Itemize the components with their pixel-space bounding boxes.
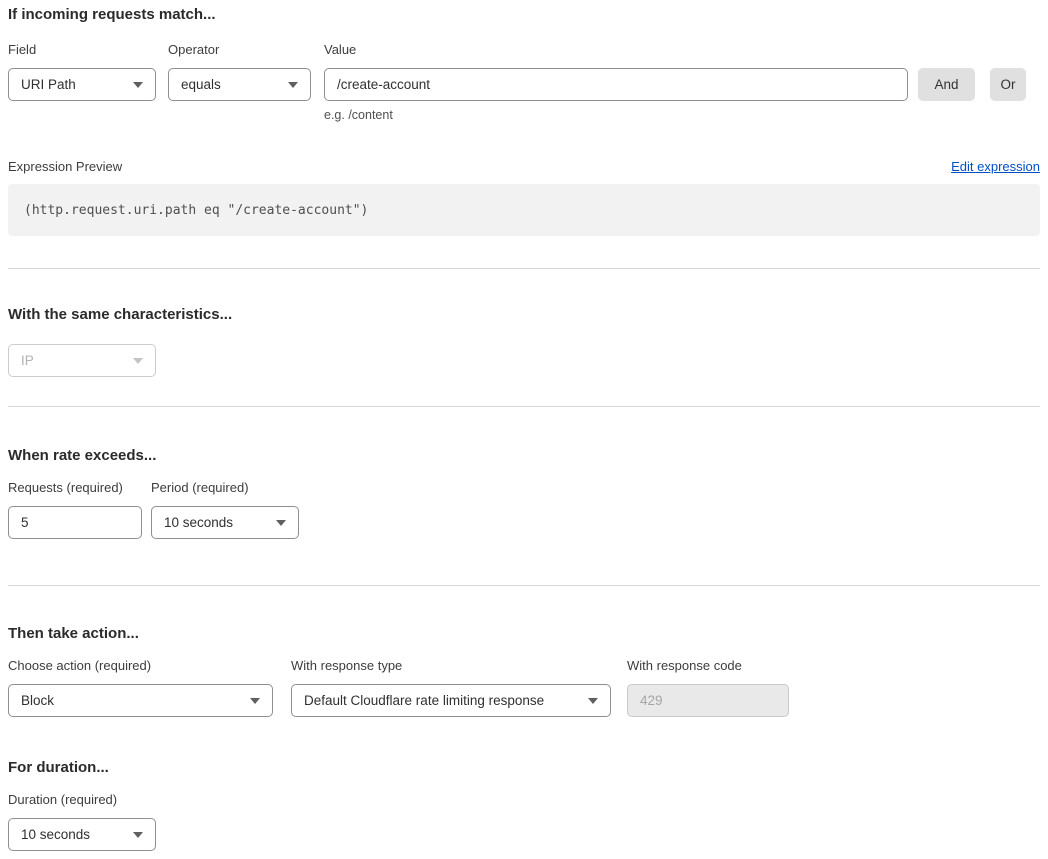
response-code-column: With response code [627, 659, 789, 717]
operator-dropdown[interactable]: equals [168, 68, 311, 101]
chevron-down-icon [288, 82, 298, 88]
choose-action-dropdown-value: Block [21, 693, 54, 708]
value-label: Value [324, 43, 908, 57]
expression-preview-label: Expression Preview [8, 159, 122, 174]
and-button[interactable]: And [918, 68, 975, 101]
characteristic-dropdown-value: IP [21, 353, 34, 368]
field-label: Field [8, 43, 156, 57]
chevron-down-icon [588, 698, 598, 704]
value-helper-text: e.g. /content [324, 108, 908, 122]
requests-label: Requests (required) [8, 481, 142, 495]
chevron-down-icon [133, 358, 143, 364]
rate-row: Requests (required) Period (required) 10… [8, 481, 1040, 539]
choose-action-label: Choose action (required) [8, 659, 273, 673]
section-heading-rate: When rate exceeds... [8, 447, 1040, 465]
operator-label: Operator [168, 43, 311, 57]
section-heading-characteristics: With the same characteristics... [8, 306, 1040, 324]
edit-expression-link[interactable]: Edit expression [951, 159, 1040, 174]
choose-action-column: Choose action (required) Block [8, 659, 273, 717]
section-heading-match: If incoming requests match... [8, 6, 1040, 24]
value-input[interactable] [324, 68, 908, 101]
period-column: Period (required) 10 seconds [151, 481, 299, 539]
chevron-down-icon [133, 82, 143, 88]
requests-column: Requests (required) [8, 481, 142, 539]
field-dropdown-value: URI Path [21, 77, 76, 92]
chevron-down-icon [276, 520, 286, 526]
section-same-characteristics: With the same characteristics... IP [8, 306, 1040, 377]
field-column: Field URI Path [8, 43, 156, 101]
response-type-dropdown-value: Default Cloudflare rate limiting respons… [304, 693, 544, 708]
operator-column: Operator equals [168, 43, 311, 101]
response-code-input [627, 684, 789, 717]
response-code-label: With response code [627, 659, 789, 673]
section-divider [8, 585, 1040, 586]
section-rate-exceeds: When rate exceeds... Requests (required)… [8, 447, 1040, 539]
rate-limiting-rule-form: If incoming requests match... Field URI … [0, 0, 1048, 859]
action-row: Choose action (required) Block With resp… [8, 659, 1040, 717]
chevron-down-icon [250, 698, 260, 704]
or-button[interactable]: Or [990, 68, 1026, 101]
match-condition-row: Field URI Path Operator equals Value e.g… [8, 43, 1040, 122]
section-take-action: Then take action... Choose action (requi… [8, 625, 1040, 717]
section-heading-action: Then take action... [8, 625, 1040, 643]
choose-action-dropdown[interactable]: Block [8, 684, 273, 717]
duration-dropdown-value: 10 seconds [21, 827, 90, 842]
period-label: Period (required) [151, 481, 299, 495]
duration-column: Duration (required) 10 seconds [8, 793, 156, 851]
period-dropdown-value: 10 seconds [164, 515, 233, 530]
duration-label: Duration (required) [8, 793, 156, 807]
section-heading-duration: For duration... [8, 759, 1040, 777]
requests-input[interactable] [8, 506, 142, 539]
response-type-column: With response type Default Cloudflare ra… [291, 659, 611, 717]
field-dropdown[interactable]: URI Path [8, 68, 156, 101]
section-for-duration: For duration... Duration (required) 10 s… [8, 759, 1040, 851]
chevron-down-icon [133, 832, 143, 838]
response-type-dropdown[interactable]: Default Cloudflare rate limiting respons… [291, 684, 611, 717]
value-column: Value e.g. /content [324, 43, 908, 122]
characteristic-dropdown: IP [8, 344, 156, 377]
duration-dropdown[interactable]: 10 seconds [8, 818, 156, 851]
operator-dropdown-value: equals [181, 77, 221, 92]
section-incoming-requests-match: If incoming requests match... Field URI … [8, 6, 1040, 236]
section-divider [8, 406, 1040, 407]
period-dropdown[interactable]: 10 seconds [151, 506, 299, 539]
expression-preview-header: Expression Preview Edit expression [8, 159, 1040, 174]
response-type-label: With response type [291, 659, 611, 673]
section-divider [8, 268, 1040, 269]
expression-preview-code: (http.request.uri.path eq "/create-accou… [8, 184, 1040, 236]
